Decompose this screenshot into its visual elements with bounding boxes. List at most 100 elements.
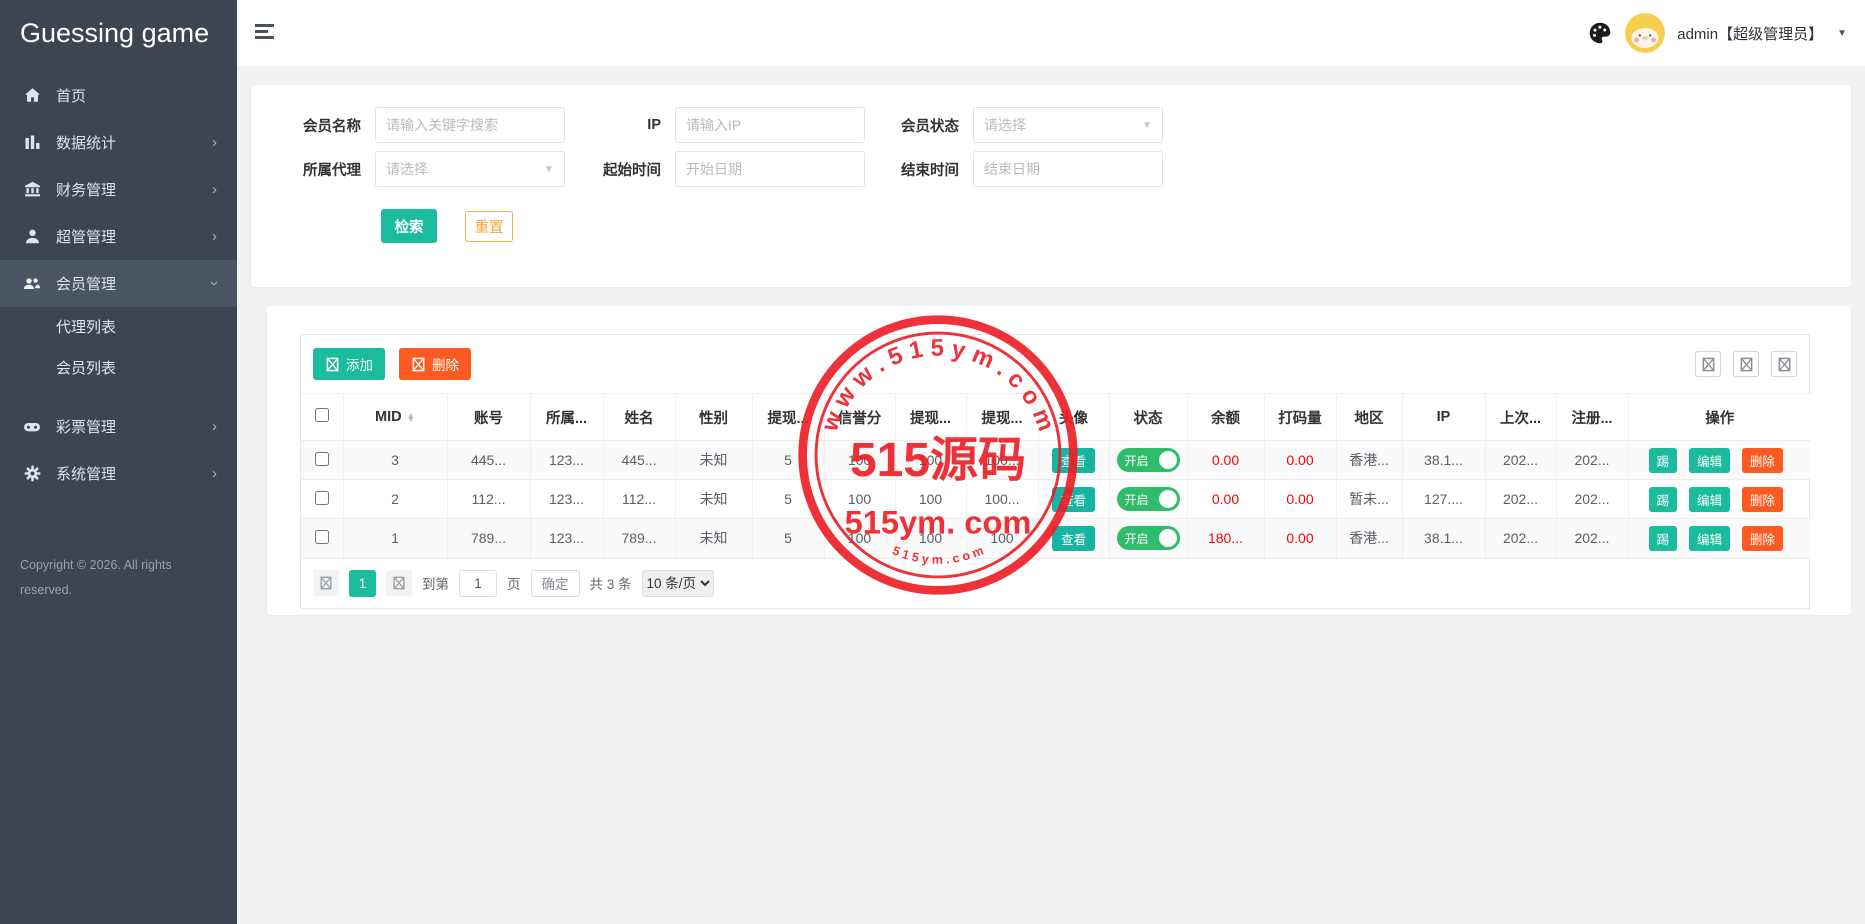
col-balance: 余额: [1187, 394, 1264, 441]
goto-page-input[interactable]: [459, 570, 497, 597]
users-icon: [23, 275, 41, 293]
app-title: Guessing game: [0, 0, 237, 66]
next-page-button[interactable]: [386, 570, 412, 596]
row-delete-button[interactable]: 删除: [1742, 448, 1783, 473]
copyright-text: Copyright © 2026. All rights reserved.: [0, 553, 237, 603]
col-agent: 所属...: [530, 394, 603, 441]
topbar: admin【超级管理员】 ▼: [237, 0, 1865, 66]
end-date-input[interactable]: [973, 151, 1163, 187]
filter-panel: 会员名称 IP 会员状态 请选择 ▼ 所属代理 请选择 ▼ 起始时间 结束时间 …: [251, 85, 1851, 287]
sidebar-item-home[interactable]: 首页: [0, 72, 237, 119]
col-withdraw3: 提现...: [966, 394, 1038, 441]
edit-button[interactable]: 编辑: [1689, 448, 1730, 473]
member-name-input[interactable]: [375, 107, 565, 143]
col-last-login: 上次...: [1485, 394, 1556, 441]
theme-palette-icon[interactable]: [1587, 20, 1613, 46]
sidebar-item-superadmin[interactable]: 超管管理 ›: [0, 213, 237, 260]
member-status-label: 会员状态: [879, 115, 959, 136]
missing-glyph-icon: [1777, 357, 1792, 372]
missing-glyph-icon: [319, 576, 333, 590]
kick-button[interactable]: 踢: [1649, 487, 1678, 512]
chevron-right-icon: ›: [212, 135, 217, 150]
agent-label: 所属代理: [275, 159, 361, 180]
sidebar-subitem-agent-list[interactable]: 代理列表: [0, 307, 237, 348]
col-withdraw2: 提现...: [895, 394, 966, 441]
col-name: 姓名: [603, 394, 675, 441]
table-row: 1 789... 123... 789... 未知 5 100 100 100 …: [301, 519, 1811, 558]
page-size-select[interactable]: 10 条/页: [642, 570, 714, 597]
row-delete-button[interactable]: 删除: [1742, 487, 1783, 512]
chevron-right-icon: ›: [212, 466, 217, 481]
table-row: 3 445... 123... 445... 未知 5 100 100 100.…: [301, 441, 1811, 480]
prev-page-button[interactable]: [313, 570, 339, 596]
reset-button[interactable]: 重置: [465, 211, 513, 242]
status-toggle[interactable]: 开启: [1117, 526, 1180, 550]
home-icon: [23, 87, 41, 105]
status-toggle[interactable]: 开启: [1117, 448, 1180, 472]
col-gender: 性别: [675, 394, 752, 441]
sidebar-item-lottery[interactable]: 彩票管理 ›: [0, 403, 237, 450]
col-mid: MID▲▼: [343, 394, 447, 441]
kick-button[interactable]: 踢: [1649, 526, 1678, 551]
sidebar-subitem-member-list[interactable]: 会员列表: [0, 348, 237, 389]
gear-icon: [23, 465, 41, 483]
add-button[interactable]: 添加: [313, 348, 385, 380]
chevron-right-icon: ›: [212, 182, 217, 197]
col-ip: IP: [1402, 394, 1485, 441]
col-credit: 信誉分: [824, 394, 895, 441]
end-time-label: 结束时间: [879, 159, 959, 180]
member-status-select[interactable]: 请选择 ▼: [973, 107, 1163, 143]
ip-input[interactable]: [675, 107, 865, 143]
start-time-label: 起始时间: [581, 159, 661, 180]
row-checkbox[interactable]: [315, 530, 329, 544]
sidebar-item-statistics[interactable]: 数据统计 ›: [0, 119, 237, 166]
user-icon: [23, 228, 41, 246]
delete-button[interactable]: 删除: [399, 348, 471, 380]
col-account: 账号: [447, 394, 530, 441]
sidebar-item-finance[interactable]: 财务管理 ›: [0, 166, 237, 213]
table-tool-button-2[interactable]: [1733, 351, 1759, 377]
agent-select[interactable]: 请选择 ▼: [375, 151, 565, 187]
bank-icon: [23, 181, 41, 199]
bar-chart-icon: [23, 134, 41, 152]
edit-button[interactable]: 编辑: [1689, 526, 1730, 551]
sidebar-toggle-icon[interactable]: [255, 24, 277, 42]
edit-button[interactable]: 编辑: [1689, 487, 1730, 512]
missing-glyph-icon: [411, 357, 426, 372]
toggle-knob-icon: [1159, 490, 1177, 508]
member-table-panel: 添加 删除 MID▲▼: [267, 306, 1851, 615]
row-checkbox[interactable]: [315, 491, 329, 505]
caret-down-icon[interactable]: ▼: [1837, 28, 1847, 39]
col-status: 状态: [1109, 394, 1187, 441]
col-avatar: 头像: [1038, 394, 1109, 441]
row-delete-button[interactable]: 删除: [1742, 526, 1783, 551]
row-checkbox[interactable]: [315, 452, 329, 466]
col-region: 地区: [1336, 394, 1402, 441]
kick-button[interactable]: 踢: [1649, 448, 1678, 473]
view-avatar-button[interactable]: 查看: [1052, 487, 1095, 512]
start-date-input[interactable]: [675, 151, 865, 187]
gamepad-icon: [23, 418, 41, 436]
member-table: MID▲▼ 账号 所属... 姓名 性别 提现... 信誉分 提现... 提现.…: [301, 393, 1811, 558]
total-count-label: 共 3 条: [590, 573, 632, 593]
missing-glyph-icon: [1739, 357, 1754, 372]
table-tool-button-3[interactable]: [1771, 351, 1797, 377]
select-all-checkbox[interactable]: [315, 408, 329, 422]
view-avatar-button[interactable]: 查看: [1052, 448, 1095, 473]
view-avatar-button[interactable]: 查看: [1052, 526, 1095, 551]
search-button[interactable]: 检索: [381, 209, 437, 243]
goto-confirm-button[interactable]: 确定: [531, 570, 580, 597]
col-actions: 操作: [1628, 394, 1811, 441]
table-tool-button-1[interactable]: [1695, 351, 1721, 377]
status-toggle[interactable]: 开启: [1117, 487, 1180, 511]
sidebar-item-system[interactable]: 系统管理 ›: [0, 450, 237, 497]
select-caret-icon: ▼: [1142, 120, 1152, 131]
chevron-right-icon: ›: [212, 229, 217, 244]
avatar[interactable]: [1625, 13, 1665, 53]
page-1-button[interactable]: 1: [349, 570, 376, 597]
sidebar-item-members[interactable]: 会员管理 ›: [0, 260, 237, 307]
toggle-knob-icon: [1159, 451, 1177, 469]
sort-icon[interactable]: ▲▼: [407, 413, 415, 422]
admin-account-label[interactable]: admin【超级管理员】: [1677, 23, 1823, 44]
toggle-knob-icon: [1159, 529, 1177, 547]
